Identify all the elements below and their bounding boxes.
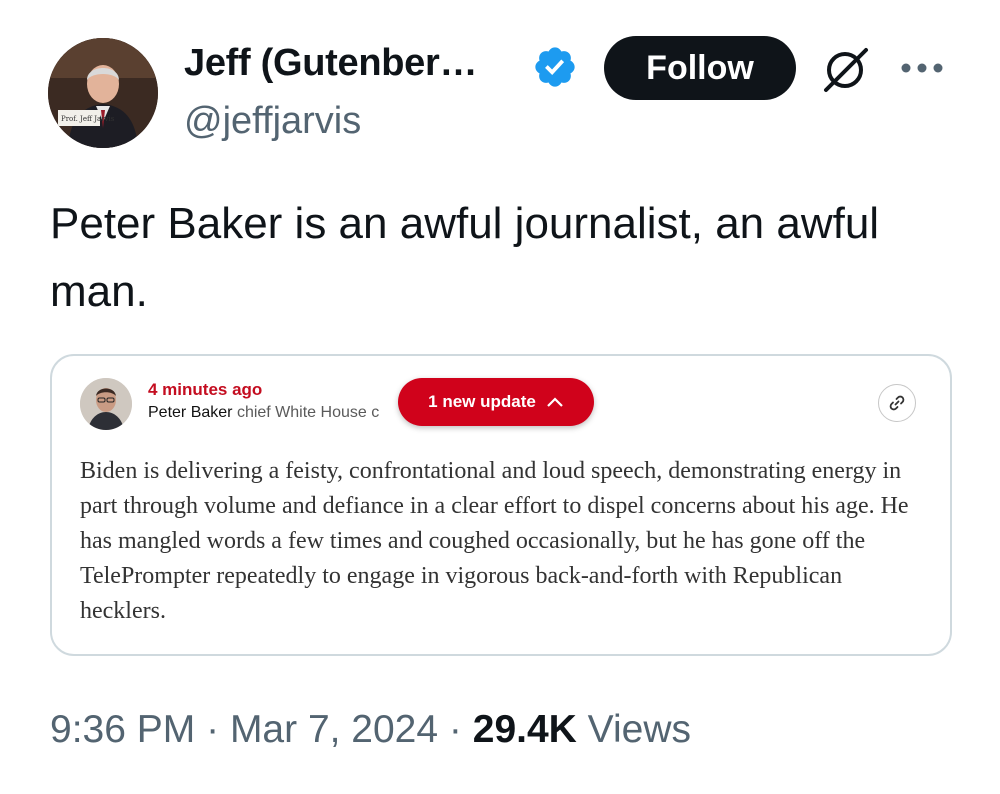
tweet-text: Peter Baker is an awful journalist, an a…	[50, 199, 880, 316]
quoted-author-avatar	[80, 378, 132, 430]
verified-badge-icon	[535, 47, 575, 87]
meta-separator: ·	[206, 708, 220, 751]
views-count: 29.4K	[472, 708, 577, 751]
link-icon	[889, 395, 905, 411]
tweet-meta: 9:36 PM · Mar 7, 2024 · 29.4K Views	[50, 708, 691, 752]
grok-icon[interactable]	[818, 42, 874, 98]
quoted-byline: Peter Baker chief White House c	[148, 404, 398, 422]
views-label: Views	[587, 708, 691, 751]
chevron-up-icon	[547, 397, 563, 407]
author-display-name[interactable]: Jeff (Gutenber…	[184, 42, 478, 85]
quoted-author-name: Peter Baker	[148, 404, 233, 421]
new-update-button[interactable]: 1 new update	[398, 378, 594, 426]
copy-link-button[interactable]	[878, 384, 916, 422]
quoted-author-role: chief White House c	[236, 404, 380, 421]
author-avatar[interactable]: Prof. Jeff Jarvis	[48, 38, 158, 148]
new-update-label: 1 new update	[428, 392, 536, 411]
quoted-body-text: Biden is delivering a feisty, confrontat…	[80, 458, 909, 624]
follow-button[interactable]: Follow	[604, 36, 796, 100]
meta-separator: ·	[448, 708, 462, 751]
more-options-icon[interactable]	[898, 58, 946, 78]
author-handle[interactable]: @jeffjarvis	[184, 100, 361, 143]
quoted-timestamp: 4 minutes ago	[148, 380, 263, 399]
tweet-time[interactable]: 9:36 PM	[50, 708, 195, 751]
tweet-date[interactable]: Mar 7, 2024	[230, 708, 438, 751]
avatar-caption: Prof. Jeff Jarvis	[61, 115, 115, 123]
quoted-media-card[interactable]: 4 minutes ago Peter Baker chief White Ho…	[50, 354, 952, 656]
